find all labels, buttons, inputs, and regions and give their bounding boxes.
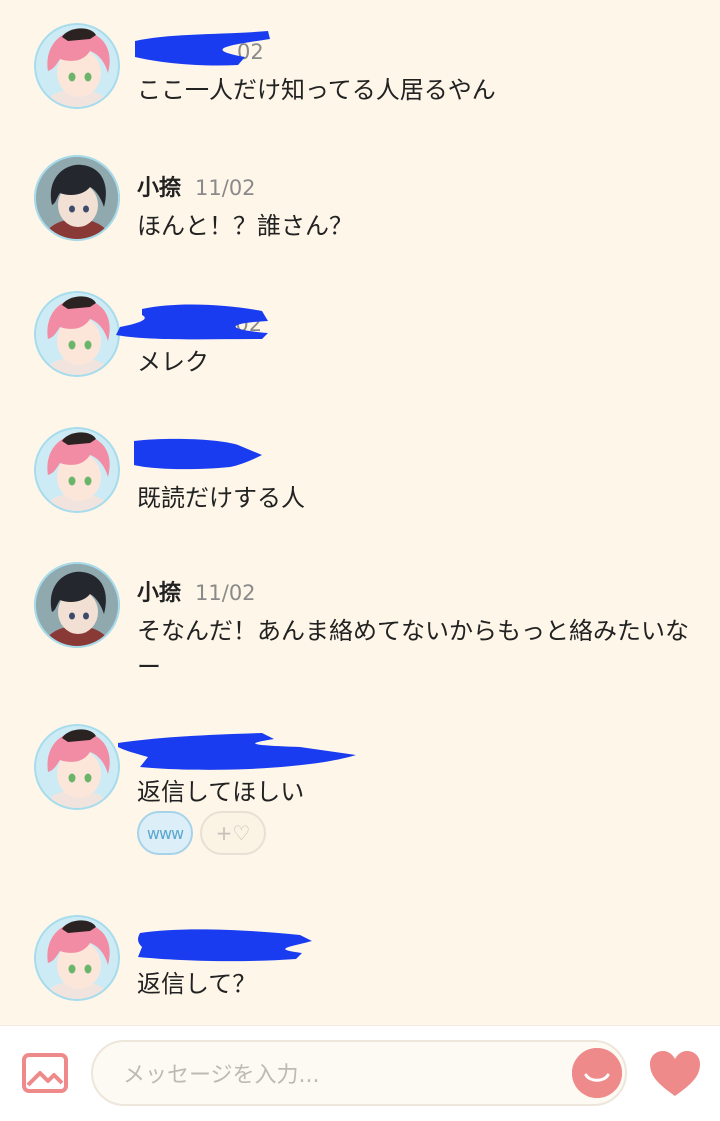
add-reaction-button[interactable]: +♡: [200, 811, 266, 855]
avatar[interactable]: [34, 23, 120, 109]
image-icon[interactable]: [22, 1053, 68, 1093]
message-text: 返信してほしい: [137, 778, 305, 806]
message-text: 返信して？: [137, 970, 257, 998]
message-input[interactable]: [121, 1056, 565, 1094]
reaction-stamp-label: www: [146, 823, 184, 843]
message-item: 既読だけする人: [0, 427, 720, 535]
timestamp: 11/02: [195, 581, 256, 605]
avatar[interactable]: [34, 724, 120, 810]
emoji-face-icon[interactable]: [572, 1048, 622, 1098]
timestamp: 02: [237, 40, 264, 64]
message-item: 返信して？: [0, 915, 720, 1021]
message-text: メレク: [137, 348, 209, 376]
message-meta: [137, 737, 151, 771]
avatar[interactable]: [34, 291, 120, 377]
message-meta: [137, 443, 151, 477]
add-reaction-label: +♡: [215, 821, 251, 845]
message-text: ここ一人だけ知ってる人居るやん: [137, 76, 496, 104]
avatar[interactable]: [34, 562, 120, 648]
message-item: 小捺 11/02 そなんだ！あんま絡めてないからもっと絡みたいなー: [0, 562, 720, 698]
message-item: 小捺 11/02 ほんと！？誰さん？: [0, 155, 720, 263]
message-text: そなんだ！あんま絡めてないからもっと絡みたいなー: [137, 617, 689, 681]
message-text: 既読だけする人: [137, 484, 305, 512]
message-input-container[interactable]: [91, 1040, 627, 1106]
message-meta: 02: [137, 35, 264, 69]
message-meta: 小捺 11/02: [137, 576, 256, 610]
message-item: 返信してほしい www +♡: [0, 724, 720, 899]
sender-name[interactable]: 小捺: [137, 581, 181, 606]
message-meta: 1/02: [137, 307, 262, 341]
message-item: 02 ここ一人だけ知ってる人居るやん: [0, 23, 720, 127]
message-meta: [137, 929, 151, 963]
message-text: ほんと！？誰さん？: [137, 212, 353, 240]
heart-icon[interactable]: [648, 1050, 702, 1098]
avatar[interactable]: [34, 915, 120, 1001]
avatar[interactable]: [34, 155, 120, 241]
timestamp: 1/02: [215, 312, 263, 336]
sender-name[interactable]: 小捺: [137, 176, 181, 201]
avatar[interactable]: [34, 427, 120, 513]
composer-bar: [0, 1025, 720, 1121]
message-item: 1/02 メレク: [0, 291, 720, 399]
reaction-stamp-button[interactable]: www: [137, 811, 193, 855]
message-meta: 小捺 11/02: [137, 171, 256, 205]
timestamp: 11/02: [195, 176, 256, 200]
